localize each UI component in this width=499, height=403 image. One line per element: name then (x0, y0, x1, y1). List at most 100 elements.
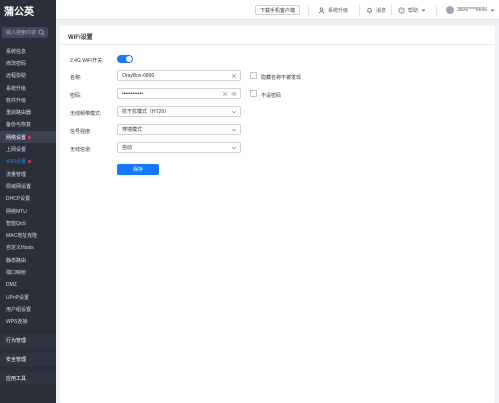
clear-icon[interactable] (231, 73, 237, 79)
help-label: 帮助 (408, 7, 419, 14)
sidebar-item-label: 流量管理 (6, 171, 27, 178)
sidebar-item[interactable]: DMZ (0, 279, 56, 291)
divider (359, 5, 360, 15)
name-label: 名称: (70, 75, 82, 81)
sidebar-item-label: UPnP设置 (6, 294, 30, 301)
sidebar-item[interactable]: 应用工具 (0, 371, 56, 385)
sidebar-item[interactable]: DHCP设置 (0, 193, 56, 205)
sidebar-item[interactable]: 静态路由 (0, 254, 56, 266)
sidebar-item-label: 修改密码 (6, 60, 27, 67)
sidebar-item-label: WPS连接 (6, 319, 28, 326)
save-button[interactable]: 保存 (117, 164, 159, 175)
app-logo: 蒲公英 (4, 6, 34, 18)
wifi-settings-panel: WiFi设置 2.4G WiFi开关: 名称: OrayBox-6890 隐藏名… (60, 26, 495, 403)
hide-name-checkbox[interactable] (250, 72, 257, 79)
sidebar-item[interactable]: 系统信息 (0, 45, 56, 57)
signal-strength-select[interactable]: 穿墙模式 (117, 124, 241, 135)
system-upgrade-label: 系统升级 (328, 7, 349, 14)
divider (308, 5, 309, 15)
sidebar-item[interactable]: 流量管理 (0, 168, 56, 180)
sidebar-item-label: 系统升级 (6, 85, 27, 92)
wifi-toggle[interactable] (117, 55, 133, 63)
search-icon[interactable] (38, 29, 45, 36)
channel-select[interactable]: 自动 (117, 142, 241, 153)
notification-badge (28, 160, 31, 164)
sidebar-item-label: 静态路由 (6, 257, 27, 264)
notification-badge (28, 135, 32, 139)
sidebar-item-label: WiFi设置 (6, 159, 26, 166)
no-password-label: 不设密码 (261, 93, 282, 99)
chevron-down-icon (421, 9, 426, 11)
sidebar-search-input[interactable]: 输入搜索内容 (2, 27, 48, 38)
account-label: 3606****6606 (457, 7, 488, 13)
sidebar-item[interactable]: 备份与恢复 (0, 119, 56, 131)
sidebar-item-label: DHCP设置 (6, 196, 31, 203)
sidebar-item[interactable]: 安全管理 (0, 352, 56, 366)
sidebar-item-label: 自定义Hosts (6, 245, 34, 252)
sidebar-item[interactable]: 软件升级 (0, 94, 56, 106)
sidebar-item[interactable]: 智能QoS (0, 217, 56, 229)
help-menu[interactable]: ? 帮助 (398, 5, 426, 15)
sidebar-item[interactable]: 修改密码 (0, 57, 56, 69)
messages-label: 消息 (376, 7, 387, 14)
search-placeholder: 输入搜索内容 (6, 30, 37, 36)
divider (60, 44, 495, 45)
avatar (446, 6, 454, 14)
sidebar-item-label: DMZ (6, 281, 17, 288)
sidebar-item[interactable]: WPS连接 (0, 316, 56, 328)
wifi-password-value: •••••••••••• (122, 90, 144, 97)
page-title: WiFi设置 (68, 35, 93, 41)
sidebar-item[interactable]: 局域网设置 (0, 180, 56, 192)
sidebar-item-label: 局域网设置 (6, 183, 32, 190)
wifi-switch-label: 2.4G WiFi开关: (70, 58, 104, 64)
chevron-down-icon (231, 146, 237, 149)
sidebar-item-label: 网络MTU (6, 208, 27, 215)
sidebar-item[interactable]: 上网设置 (0, 143, 56, 155)
bell-icon (367, 7, 372, 13)
top-bar: 下载手机客户端 系统升级 消息 ? 帮助 3606****6606 (56, 0, 499, 20)
wifi-name-input[interactable]: OrayBox-6890 (117, 70, 241, 81)
sidebar-item-label: 行为管理 (6, 337, 27, 344)
account-menu[interactable]: 3606****6606 (446, 5, 495, 15)
sidebar-item[interactable]: 行为管理 (0, 333, 56, 347)
chevron-down-icon (490, 9, 495, 11)
eye-icon[interactable] (231, 91, 237, 97)
wifi-name-value: OrayBox-6890 (122, 72, 155, 79)
sidebar-item-label: 软件升级 (6, 97, 27, 104)
sidebar-item-label: 安全管理 (6, 356, 27, 363)
hide-name-label: 隐藏名称不被发现 (261, 75, 302, 81)
no-password-checkbox[interactable] (250, 90, 257, 97)
sidebar-item[interactable]: 网络设置 (0, 131, 56, 144)
user-icon (318, 7, 325, 13)
download-client-label: 下载手机客户端 (260, 7, 296, 14)
sidebar-item[interactable]: UPnP设置 (0, 291, 56, 303)
download-client-button[interactable]: 下载手机客户端 (255, 5, 301, 15)
band-mode-value: 抗干扰模式（HT20） (122, 109, 170, 115)
chevron-down-icon (231, 128, 237, 131)
sidebar-item[interactable]: WiFi设置 (0, 156, 56, 168)
sidebar-item-label: 系统信息 (6, 48, 27, 55)
sidebar: 蒲公英 输入搜索内容 系统信息修改密码远程协助系统升级软件升级重启路由器备份与恢… (0, 0, 56, 403)
sidebar-item[interactable]: 自定义Hosts (0, 242, 56, 254)
band-mode-label: 无线频带模式: (70, 111, 102, 117)
clear-icon[interactable] (222, 91, 228, 97)
sidebar-item[interactable]: 网络MTU (0, 205, 56, 217)
chevron-down-icon (231, 110, 237, 113)
system-upgrade-link[interactable]: 系统升级 (318, 5, 348, 15)
wifi-password-input[interactable]: •••••••••••• (117, 88, 241, 99)
sidebar-item[interactable]: 端口映射 (0, 266, 56, 278)
sidebar-item[interactable]: 系统升级 (0, 82, 56, 94)
sidebar-item[interactable]: 远程协助 (0, 70, 56, 82)
sidebar-item-label: 重启路由器 (6, 110, 32, 117)
sidebar-item-label: 网络设置 (6, 134, 27, 141)
divider (391, 5, 392, 15)
signal-strength-label: 信号强度: (70, 129, 92, 135)
sidebar-item[interactable]: MAC地址克隆 (0, 229, 56, 241)
band-mode-select[interactable]: 抗干扰模式（HT20） (117, 106, 241, 117)
sidebar-item[interactable]: 用户组设置 (0, 303, 56, 315)
sidebar-item-label: 远程协助 (6, 73, 27, 80)
password-label: 密码: (70, 93, 82, 99)
messages-link[interactable]: 消息 (366, 5, 386, 15)
sidebar-item-label: 应用工具 (6, 375, 27, 382)
sidebar-item[interactable]: 重启路由器 (0, 106, 56, 118)
